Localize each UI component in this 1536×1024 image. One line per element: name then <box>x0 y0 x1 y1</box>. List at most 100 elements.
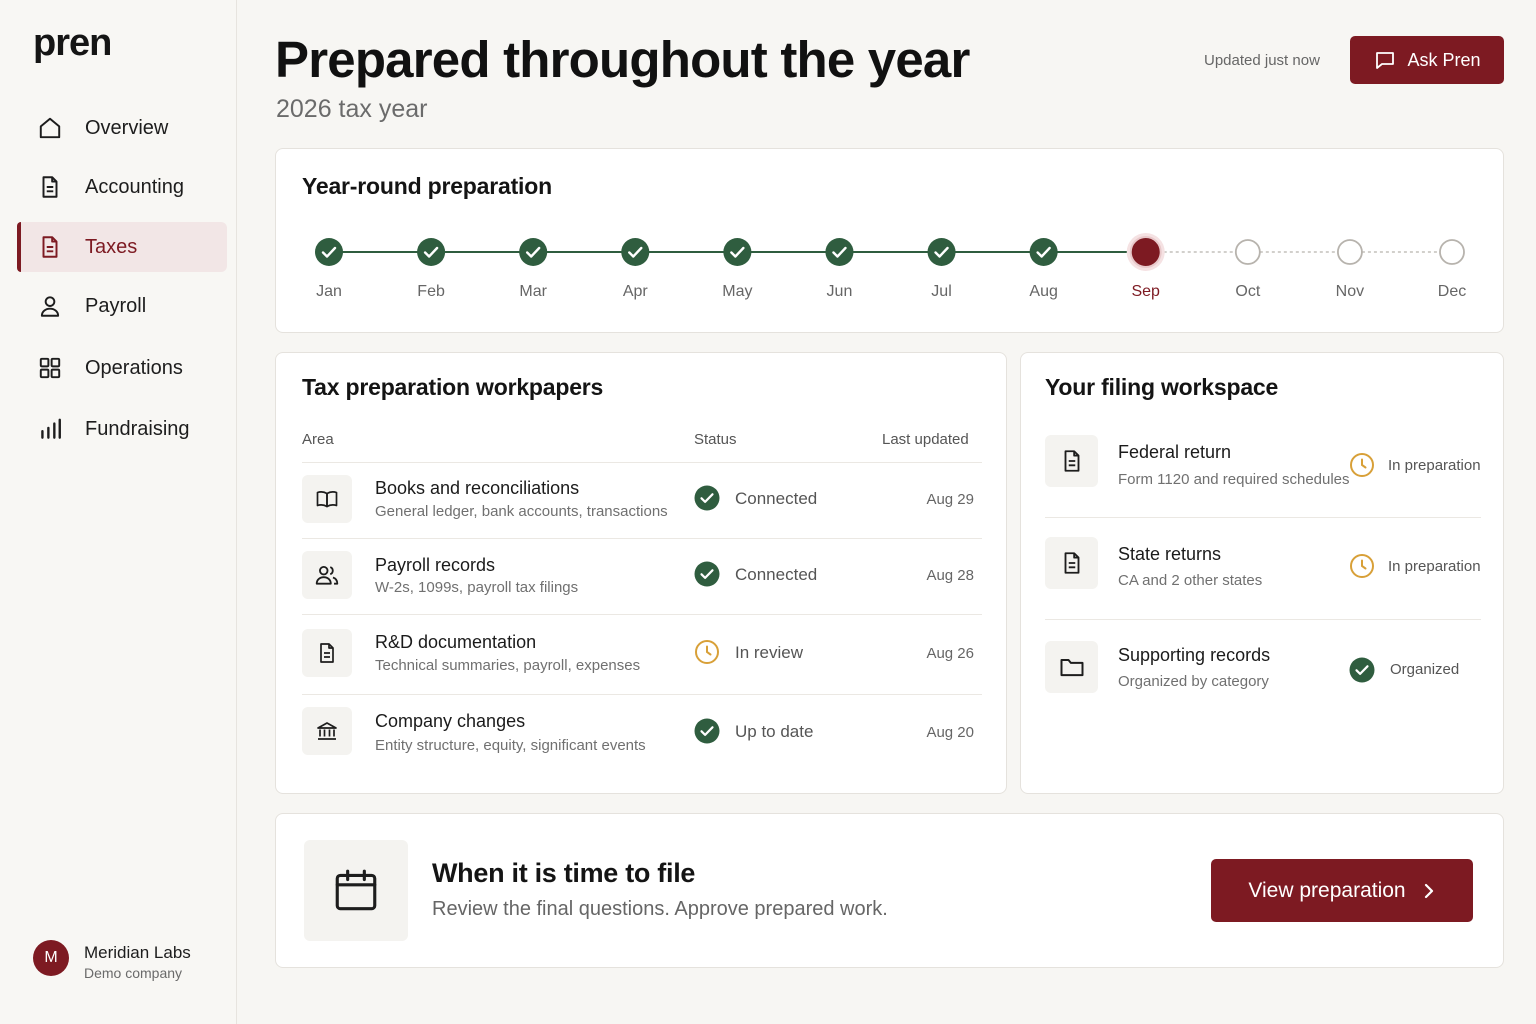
timeline-step-aug[interactable] <box>1029 238 1058 266</box>
bank-icon <box>302 707 352 755</box>
workspace-item-description: CA and 2 other states <box>1118 572 1263 589</box>
timeline-month-label: Nov <box>1335 283 1365 300</box>
check-circle-icon <box>519 238 548 266</box>
check-circle-icon <box>694 718 720 744</box>
row-description: General ledger, bank accounts, transacti… <box>375 503 668 520</box>
sidebar-item-payroll[interactable]: Payroll <box>17 281 227 331</box>
ask-pren-button[interactable]: Ask Pren <box>1350 36 1504 84</box>
document-icon <box>37 174 63 200</box>
workspace-item-title: Federal return <box>1118 442 1232 462</box>
column-header-area[interactable]: Area <box>302 431 334 448</box>
page-title: Prepared throughout the year <box>275 31 970 88</box>
status-badge: In preparation <box>1388 558 1481 575</box>
clock-icon <box>1349 553 1375 579</box>
timeline-step-may[interactable] <box>723 238 752 266</box>
timeline-step-sep[interactable] <box>1126 233 1165 271</box>
table-row[interactable]: Books and reconciliations General ledger… <box>302 462 982 539</box>
timeline-month-label: Apr <box>622 283 648 300</box>
row-title: Books and reconciliations <box>375 478 580 498</box>
filing-workspace-card: Your filing workspace Federal return For… <box>1020 352 1504 794</box>
timeline-track <box>315 233 1465 271</box>
clock-icon <box>1349 452 1375 478</box>
folder-icon <box>1045 641 1098 693</box>
timeline-card: Year-round preparation Jan Feb Mar Apr May Ju… <box>275 148 1504 333</box>
sidebar-item-label: Accounting <box>85 175 184 198</box>
company-switcher[interactable]: M Meridian Labs Demo company <box>33 938 223 984</box>
workspace-title: Your filing workspace <box>1045 374 1279 400</box>
updated-status: Updated just now <box>1204 52 1320 69</box>
view-preparation-label: View preparation <box>1248 878 1406 902</box>
workpapers-title: Tax preparation workpapers <box>302 374 604 400</box>
sidebar-item-operations[interactable]: Operations <box>17 343 227 393</box>
timeline-month-label: Mar <box>519 283 547 300</box>
timeline-month-label: May <box>722 283 753 300</box>
timeline-step-jan[interactable] <box>315 238 343 266</box>
row-description: Technical summaries, payroll, expenses <box>375 657 641 674</box>
timeline-month-label: Dec <box>1437 283 1467 300</box>
page-subtitle: 2026 tax year <box>276 95 428 123</box>
workspace-item-supporting-records[interactable]: Supporting records Organized by category… <box>1045 620 1481 722</box>
table-row[interactable]: Payroll records W-2s, 1099s, payroll tax… <box>302 538 982 615</box>
table-row[interactable]: Company changes Entity structure, equity… <box>302 694 982 771</box>
row-description: W-2s, 1099s, payroll tax filings <box>375 579 579 596</box>
status-badge: Connected <box>735 489 818 508</box>
column-header-status[interactable]: Status <box>694 431 737 448</box>
timeline-step-feb[interactable] <box>417 238 446 266</box>
timeline-step-nov[interactable] <box>1337 239 1363 265</box>
home-icon <box>37 115 63 141</box>
timeline-step-oct[interactable] <box>1234 239 1261 265</box>
book-icon <box>302 475 352 523</box>
timeline-step-mar[interactable] <box>519 238 548 266</box>
upcoming-step-dot <box>1337 239 1363 265</box>
company-subtitle: Demo company <box>84 965 183 981</box>
status-badge: Connected <box>735 565 818 584</box>
timeline-step-jun[interactable] <box>825 238 854 266</box>
sidebar-item-label: Overview <box>85 116 169 139</box>
check-circle-icon <box>825 238 854 266</box>
check-circle-icon <box>621 238 650 266</box>
avatar: M <box>33 940 69 976</box>
check-circle-icon <box>927 238 956 266</box>
sidebar-item-fundraising[interactable]: Fundraising <box>17 404 227 454</box>
app-logo[interactable]: pren <box>33 22 112 65</box>
check-circle-icon <box>417 238 446 266</box>
row-title: Payroll records <box>375 555 496 575</box>
chevron-right-icon <box>1422 882 1436 900</box>
check-circle-icon <box>694 561 720 587</box>
view-preparation-button[interactable]: View preparation <box>1211 859 1473 922</box>
document-icon <box>37 234 63 260</box>
chat-bubble-icon <box>1373 48 1397 72</box>
status-badge: Up to date <box>735 722 814 741</box>
column-header-last-updated[interactable]: Last updated <box>882 431 969 448</box>
check-circle-icon <box>723 238 752 266</box>
row-date: Aug 26 <box>926 645 974 662</box>
sidebar-item-overview[interactable]: Overview <box>17 103 227 153</box>
status-badge: Organized <box>1390 661 1460 678</box>
users-icon <box>302 551 352 599</box>
check-circle-icon <box>1029 238 1058 266</box>
document-icon <box>1045 435 1098 487</box>
row-date: Aug 20 <box>926 724 974 741</box>
upcoming-step-dot <box>1234 239 1261 265</box>
workspace-item-state-returns[interactable]: State returns CA and 2 other states In p… <box>1045 518 1481 620</box>
timeline-step-apr[interactable] <box>621 238 650 266</box>
sidebar-item-label: Fundraising <box>85 417 190 440</box>
sidebar-item-taxes[interactable]: Taxes <box>17 222 227 272</box>
timeline-month-label: Jan <box>316 283 342 300</box>
calendar-icon <box>304 840 408 941</box>
document-icon <box>302 629 352 677</box>
sidebar-item-label: Taxes <box>85 235 138 258</box>
sidebar-item-label: Payroll <box>85 294 147 317</box>
workspace-item-description: Form 1120 and required schedules <box>1118 471 1350 488</box>
timeline-month-label: Aug <box>1029 283 1058 300</box>
table-row[interactable]: R&D documentation Technical summaries, p… <box>302 614 982 694</box>
timeline-month-label: Oct <box>1235 283 1261 300</box>
workspace-item-federal-return[interactable]: Federal return Form 1120 and required sc… <box>1045 416 1481 518</box>
timeline-step-dec[interactable] <box>1439 239 1465 265</box>
timeline-month-label: Sep <box>1131 283 1160 300</box>
clock-icon <box>694 639 720 665</box>
sidebar-item-accounting[interactable]: Accounting <box>17 162 227 212</box>
sidebar-item-label: Operations <box>85 356 183 379</box>
workspace-item-title: State returns <box>1118 544 1222 564</box>
timeline-step-jul[interactable] <box>927 238 956 266</box>
